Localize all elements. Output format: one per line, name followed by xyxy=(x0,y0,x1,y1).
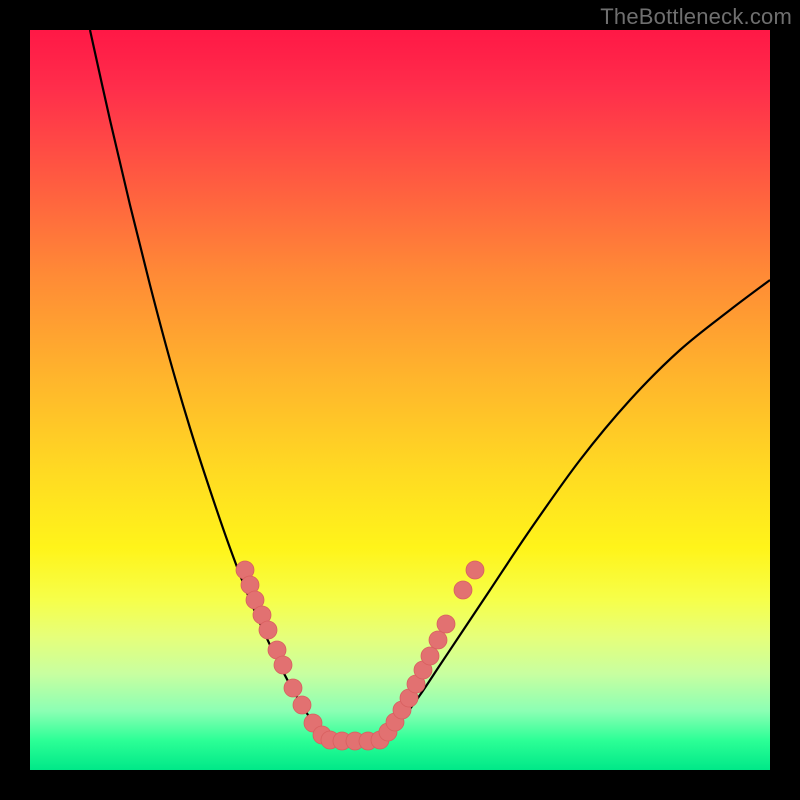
data-point xyxy=(429,631,447,649)
data-point xyxy=(284,679,302,697)
data-point xyxy=(466,561,484,579)
curve-left-branch xyxy=(90,30,325,738)
data-point xyxy=(454,581,472,599)
data-point xyxy=(421,647,439,665)
data-point xyxy=(437,615,455,633)
data-point xyxy=(259,621,277,639)
chart-svg xyxy=(30,30,770,770)
outer-frame: TheBottleneck.com xyxy=(0,0,800,800)
curve-group xyxy=(90,30,770,738)
data-point xyxy=(293,696,311,714)
data-point xyxy=(274,656,292,674)
watermark-text: TheBottleneck.com xyxy=(600,4,792,30)
curve-right-branch xyxy=(385,280,770,738)
plot-area xyxy=(30,30,770,770)
